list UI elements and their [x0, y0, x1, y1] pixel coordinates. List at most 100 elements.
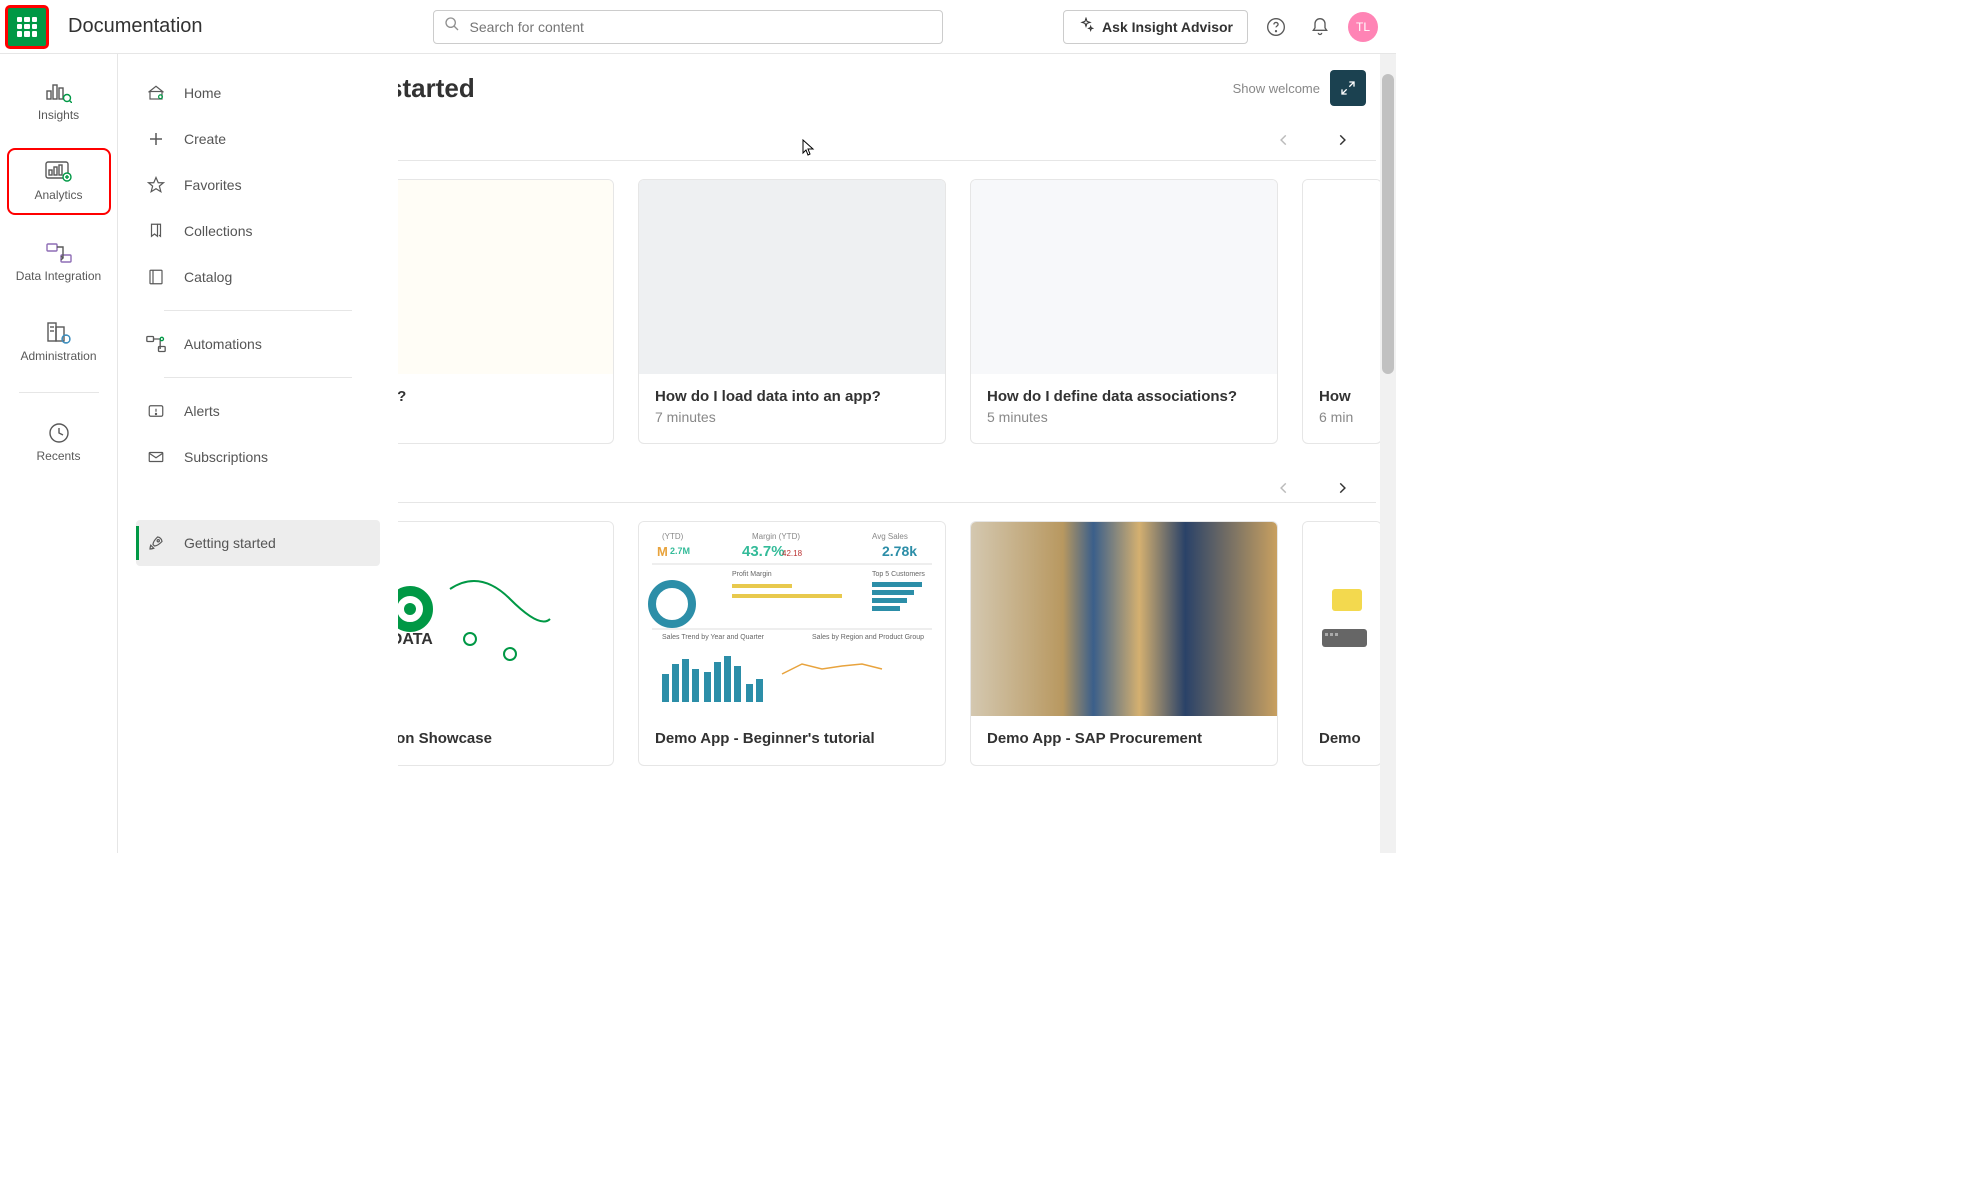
left-rail: Insights Analytics Data Integration Admi… — [0, 0, 118, 853]
rail-label: Data Integration — [16, 269, 101, 283]
nav-panel: Home Create Favorites Collections Catalo… — [118, 0, 398, 853]
nav-item-favorites[interactable]: Favorites — [136, 162, 380, 208]
nav-label: Alerts — [184, 403, 220, 419]
nav-item-catalog[interactable]: Catalog — [136, 254, 380, 300]
svg-text:Sales Trend by Year and Quarte: Sales Trend by Year and Quarter — [662, 634, 765, 641]
section-divider — [398, 160, 1376, 161]
nav-divider — [164, 377, 352, 378]
show-welcome-label: Show welcome — [1233, 81, 1320, 96]
automations-icon — [146, 334, 166, 354]
section-divider — [398, 502, 1376, 503]
apps-next-button[interactable] — [1328, 474, 1356, 502]
rail-label: Recents — [36, 449, 80, 463]
nav-label: Subscriptions — [184, 449, 268, 465]
app-card[interactable]: (YTD) Margin (YTD) Avg Sales M 2.7M 43.7… — [638, 521, 946, 766]
app-thumb-graphic: (YTD) Margin (YTD) Avg Sales M 2.7M 43.7… — [642, 524, 942, 714]
video-title: ate an app? — [398, 388, 597, 405]
nav-divider — [164, 310, 352, 311]
chevron-left-icon — [1277, 133, 1291, 147]
app-card[interactable]: Demo — [1302, 521, 1382, 766]
svg-text:Profit Margin: Profit Margin — [732, 571, 772, 578]
app-title: Demo App - Beginner's tutorial — [655, 730, 929, 747]
rail-item-recents[interactable]: Recents — [9, 411, 109, 473]
video-title: How do I load data into an app? — [655, 388, 929, 405]
nav-item-create[interactable]: Create — [136, 116, 380, 162]
app-thumb-graphic: k TH DATA — [398, 559, 560, 679]
video-card[interactable]: How do I define data associations? 5 min… — [970, 179, 1278, 444]
nav-item-getting-started[interactable]: Getting started — [136, 520, 380, 566]
rail-item-insights[interactable]: Insights — [9, 70, 109, 132]
videos-prev-button[interactable] — [1270, 126, 1298, 154]
apps-row: k TH DATA Visualization Showcase — [398, 521, 1396, 766]
rail-item-analytics[interactable]: Analytics — [9, 150, 109, 212]
search-box[interactable] — [433, 10, 943, 44]
plus-icon — [146, 129, 166, 149]
app-title: Visualization Showcase — [398, 730, 597, 747]
rail-item-data-integration[interactable]: Data Integration — [9, 231, 109, 293]
svg-text:(YTD): (YTD) — [662, 532, 684, 541]
video-duration: 5 minutes — [987, 409, 1261, 425]
svg-text:Avg Sales: Avg Sales — [872, 532, 908, 541]
catalog-icon — [146, 267, 166, 287]
svg-text:42.18: 42.18 — [782, 549, 803, 558]
nav-label: Collections — [184, 223, 252, 239]
nav-label: Favorites — [184, 177, 242, 193]
nav-item-collections[interactable]: Collections — [136, 208, 380, 254]
mail-icon — [146, 447, 166, 467]
help-button[interactable] — [1260, 11, 1292, 43]
search-icon — [444, 16, 460, 37]
nav-label: Home — [184, 85, 221, 101]
app-card[interactable]: Demo App - SAP Procurement — [970, 521, 1278, 766]
svg-text:Margin (YTD): Margin (YTD) — [752, 532, 800, 541]
top-header: Documentation Ask Insight Advisor TL — [0, 0, 1396, 54]
notifications-button[interactable] — [1304, 11, 1336, 43]
recents-icon — [45, 421, 73, 445]
nav-label: Getting started — [184, 535, 276, 551]
app-thumb-graphic — [1312, 569, 1372, 669]
main-content: started Show welcome — [398, 0, 1396, 853]
apps-prev-button[interactable] — [1270, 474, 1298, 502]
videos-row: ate an app? How do I load data into an a… — [398, 179, 1396, 444]
data-integration-icon — [45, 241, 73, 265]
scrollbar[interactable] — [1380, 54, 1396, 853]
rail-label: Insights — [38, 108, 79, 122]
videos-next-button[interactable] — [1328, 126, 1356, 154]
app-title: Demo — [1319, 730, 1365, 747]
nav-item-home[interactable]: Home — [136, 70, 380, 116]
video-title: How — [1319, 388, 1365, 405]
bookmark-icon — [146, 221, 166, 241]
video-card[interactable]: How do I load data into an app? 7 minute… — [638, 179, 946, 444]
star-icon — [146, 175, 166, 195]
rail-label: Analytics — [34, 188, 82, 202]
insights-icon — [45, 80, 73, 104]
grid-icon — [17, 17, 37, 37]
expand-welcome-button[interactable] — [1330, 70, 1366, 106]
rocket-icon — [146, 533, 166, 553]
svg-text:TH DATA: TH DATA — [398, 631, 433, 648]
rail-divider — [19, 392, 99, 393]
page-title: Documentation — [68, 15, 203, 38]
page-heading: started — [398, 73, 475, 104]
nav-item-subscriptions[interactable]: Subscriptions — [136, 434, 380, 480]
chevron-right-icon — [1335, 481, 1349, 495]
nav-label: Create — [184, 131, 226, 147]
svg-text:Sales by Region and Product Gr: Sales by Region and Product Group — [812, 634, 924, 641]
user-avatar[interactable]: TL — [1348, 12, 1378, 42]
app-card[interactable]: k TH DATA Visualization Showcase — [398, 521, 614, 766]
expand-icon — [1340, 80, 1356, 96]
ask-label: Ask Insight Advisor — [1102, 19, 1233, 35]
nav-label: Automations — [184, 336, 262, 352]
app-launcher-button[interactable] — [6, 6, 48, 48]
nav-item-alerts[interactable]: Alerts — [136, 388, 380, 434]
video-card[interactable]: How 6 min — [1302, 179, 1382, 444]
nav-item-automations[interactable]: Automations — [136, 321, 380, 367]
video-card[interactable]: ate an app? — [398, 179, 614, 444]
ask-insight-advisor-button[interactable]: Ask Insight Advisor — [1063, 10, 1248, 44]
video-duration: 6 min — [1319, 409, 1365, 425]
scrollbar-thumb[interactable] — [1382, 74, 1394, 374]
bell-icon — [1310, 17, 1330, 37]
search-input[interactable] — [470, 19, 932, 35]
rail-item-administration[interactable]: Administration — [9, 311, 109, 373]
rail-label: Administration — [20, 349, 96, 363]
svg-text:2.78k: 2.78k — [882, 543, 917, 559]
